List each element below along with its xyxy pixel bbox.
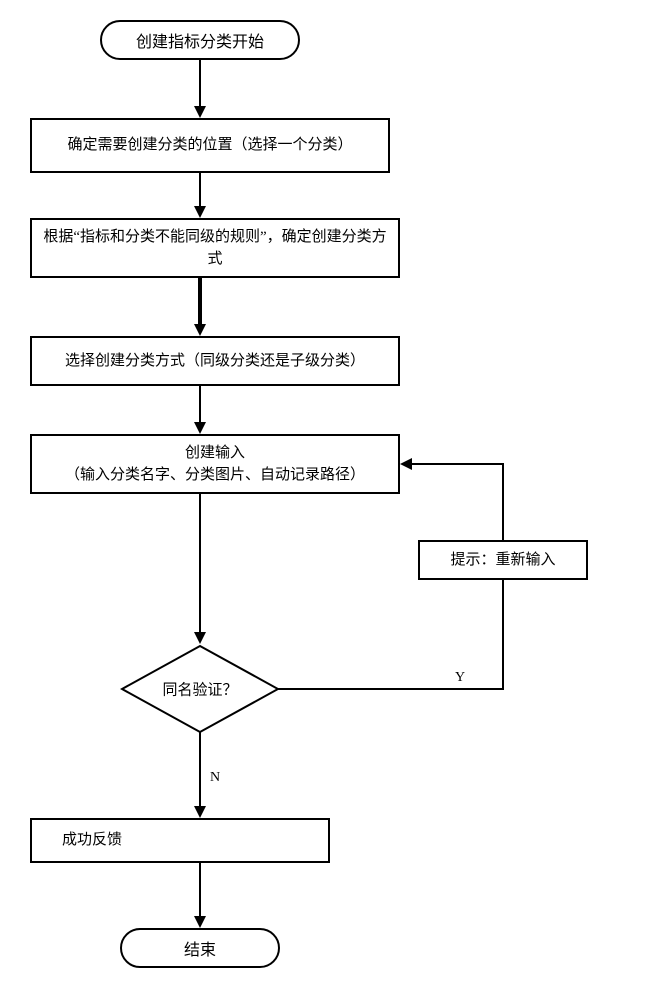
arrow-reinput-left (412, 463, 504, 465)
step4-label-line2: （输入分类名字、分类图片、自动记录路径） (65, 464, 365, 487)
reinput-label: 提示：重新输入 (450, 549, 555, 572)
step4-box: 创建输入 （输入分类名字、分类图片、自动记录路径） (30, 434, 400, 494)
arrowhead-step1-step2 (194, 206, 206, 218)
end-label: 结束 (184, 936, 216, 960)
decision-label: 同名验证？ (162, 679, 237, 700)
arrow-start-step1 (199, 60, 201, 108)
arrowhead-reinput-step4 (400, 458, 412, 470)
arrow-step4-decision (199, 494, 201, 634)
start-label: 创建指标分类开始 (136, 28, 264, 52)
reinput-box: 提示：重新输入 (418, 540, 588, 580)
arrow-step2-step3 (198, 278, 202, 326)
arrow-reinput-up (502, 464, 504, 540)
arrowhead-step3-step4 (194, 422, 206, 434)
step2-label: 根据“指标和分类不能同级的规则”，确定创建分类方式 (37, 226, 393, 271)
no-label: N (210, 770, 220, 786)
step3-label: 选择创建分类方式（同级分类还是子级分类） (65, 350, 365, 373)
arrowhead-feedback-end (194, 916, 206, 928)
arrow-step3-step4 (199, 386, 201, 424)
start-terminator: 创建指标分类开始 (100, 20, 300, 60)
arrow-step1-step2 (199, 173, 201, 208)
step1-box: 确定需要创建分类的位置（选择一个分类） (30, 118, 390, 173)
step1-label: 确定需要创建分类的位置（选择一个分类） (67, 134, 352, 157)
step3-box: 选择创建分类方式（同级分类还是子级分类） (30, 336, 400, 386)
arrow-feedback-end (199, 863, 201, 918)
arrow-decision-down (199, 732, 201, 808)
arrowhead-step2-step3 (194, 324, 206, 336)
step2-box: 根据“指标和分类不能同级的规则”，确定创建分类方式 (30, 218, 400, 278)
decision-diamond: 同名验证？ (120, 644, 280, 734)
feedback-box: 成功反馈 (30, 818, 330, 863)
yes-label: Y (455, 670, 465, 686)
arrow-decision-up-to-reinput (502, 580, 504, 690)
arrowhead-step4-decision (194, 632, 206, 644)
step4-label-line1: 创建输入 (185, 442, 245, 465)
arrow-decision-right (278, 688, 504, 690)
end-terminator: 结束 (120, 928, 280, 968)
arrowhead-start-step1 (194, 106, 206, 118)
arrowhead-decision-feedback (194, 806, 206, 818)
feedback-label: 成功反馈 (62, 829, 122, 852)
